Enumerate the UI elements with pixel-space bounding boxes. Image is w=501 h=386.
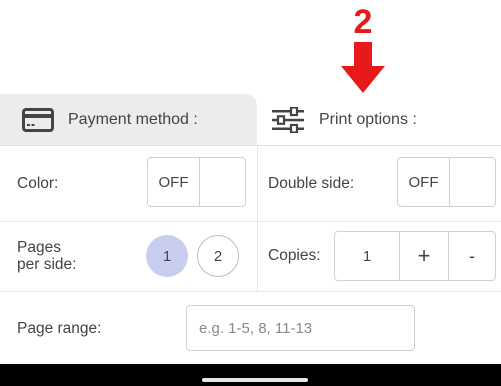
copies-label: Copies: [268, 247, 321, 264]
color-toggle[interactable]: OFF [147, 157, 246, 207]
tab-print-label: Print options : [319, 110, 417, 128]
system-nav-bar [0, 364, 501, 386]
pages-per-side-option-1[interactable]: 1 [146, 235, 188, 277]
pages-per-side-option-2[interactable]: 2 [197, 235, 239, 277]
copies-value: 1 [335, 232, 400, 280]
tab-print-options[interactable]: Print options : [257, 94, 501, 145]
double-side-toggle-on[interactable] [450, 158, 495, 206]
annotation-arrow-icon [341, 42, 385, 93]
pages-per-side-label-line2: per side: [17, 256, 77, 273]
double-side-label: Double side: [268, 175, 355, 192]
double-side-toggle-off[interactable]: OFF [398, 158, 450, 206]
copies-stepper: 1 + - [334, 231, 496, 281]
annotation-number: 2 [353, 3, 373, 41]
tab-payment-method[interactable]: Payment method : [0, 94, 257, 145]
color-toggle-off[interactable]: OFF [148, 158, 200, 206]
options-tabs: Payment method : Print options : [0, 94, 501, 146]
copies-decrement-button[interactable]: - [449, 232, 495, 280]
pages-per-side-label-line1: Pages [17, 239, 61, 256]
double-side-toggle[interactable]: OFF [397, 157, 496, 207]
pages-per-side-label: Pages per side: [17, 239, 76, 273]
color-label: Color: [17, 175, 59, 192]
credit-card-icon [22, 107, 54, 132]
color-toggle-on[interactable] [200, 158, 245, 206]
home-indicator[interactable] [202, 378, 308, 382]
copies-increment-button[interactable]: + [400, 232, 449, 280]
page-range-label: Page range: [17, 320, 102, 337]
column-divider [257, 146, 258, 292]
page-range-input[interactable] [186, 305, 415, 351]
tab-payment-label: Payment method : [68, 110, 198, 128]
sliders-icon [272, 106, 304, 133]
